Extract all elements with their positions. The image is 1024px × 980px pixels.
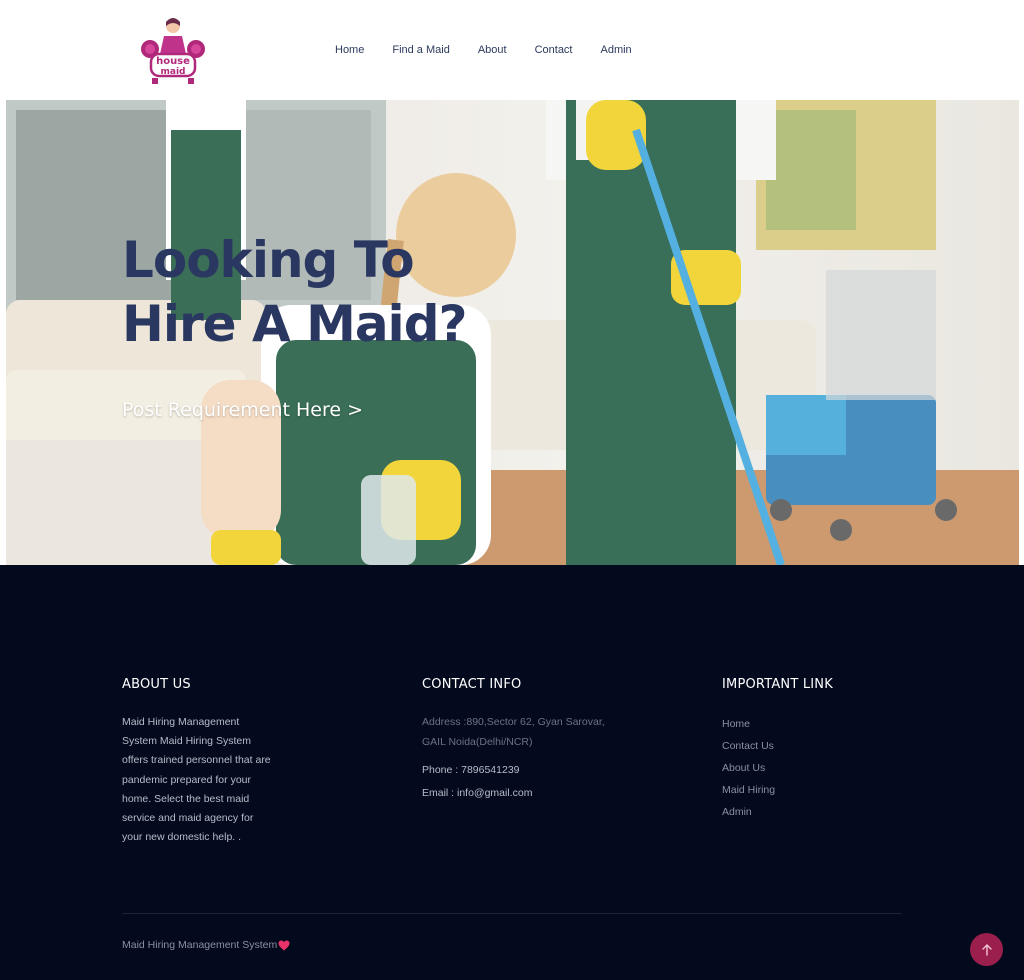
footer-link-contact-us[interactable]: Contact Us (722, 735, 882, 757)
main-nav: Home Find a Maid About Contact Admin (321, 0, 646, 100)
svg-text:house: house (156, 56, 190, 67)
hero-title-line-1: Looking To (122, 231, 415, 289)
footer-about: ABOUT US Maid Hiring Management System M… (122, 677, 272, 847)
site-header: house maid Home Find a Maid About Contac… (0, 0, 1024, 100)
footer-link-maid-hiring[interactable]: Maid Hiring (722, 779, 882, 801)
footer-address: Address :890,Sector 62, Gyan Sarovar, GA… (422, 716, 605, 748)
nav-find-a-maid[interactable]: Find a Maid (378, 0, 463, 100)
footer-phone: Phone : 7896541239 (422, 764, 520, 776)
heart-icon (278, 940, 290, 951)
copyright-text: Maid Hiring Management System (122, 939, 278, 951)
nav-about[interactable]: About (464, 0, 521, 100)
site-footer: ABOUT US Maid Hiring Management System M… (0, 565, 1024, 980)
footer-about-heading: ABOUT US (122, 677, 191, 692)
footer-link-home[interactable]: Home (722, 713, 882, 735)
hero-title-line-2: Hire A Maid? (122, 295, 468, 353)
footer-links-heading: IMPORTANT LINK (722, 677, 833, 692)
arrow-up-icon (981, 943, 992, 956)
footer-contact-heading: CONTACT INFO (422, 677, 522, 692)
hero-title: Looking To Hire A Maid? (122, 228, 582, 356)
nav-home[interactable]: Home (321, 0, 378, 100)
post-requirement-link[interactable]: Post Requirement Here > (122, 399, 363, 421)
footer-about-text: Maid Hiring Management System Maid Hirin… (122, 716, 271, 844)
nav-contact[interactable]: Contact (521, 0, 587, 100)
footer-links: IMPORTANT LINK Home Contact Us About Us … (722, 677, 882, 823)
house-maid-logo-icon: house maid (141, 18, 205, 84)
footer-link-admin[interactable]: Admin (722, 801, 882, 823)
hero-banner: Looking To Hire A Maid? Post Requirement… (6, 100, 1019, 565)
svg-text:maid: maid (161, 67, 186, 77)
nav-admin[interactable]: Admin (587, 0, 646, 100)
footer-divider (122, 913, 902, 914)
footer-link-about-us[interactable]: About Us (722, 757, 882, 779)
back-to-top-button[interactable] (970, 933, 1003, 966)
footer-contact: CONTACT INFO Address :890,Sector 62, Gya… (422, 677, 612, 803)
footer-email: Email : info@gmail.com (422, 786, 533, 799)
footer-copyright: Maid Hiring Management System (122, 939, 290, 951)
site-logo[interactable]: house maid (138, 14, 208, 86)
